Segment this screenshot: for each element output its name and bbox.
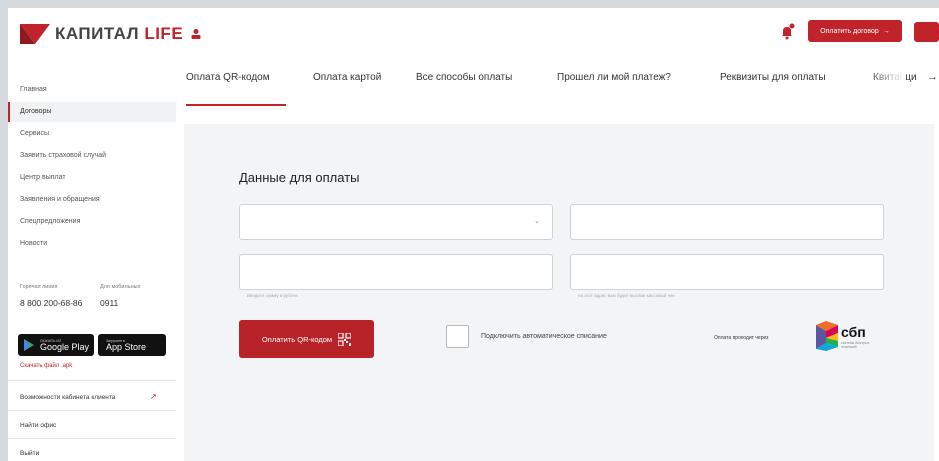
user-icon[interactable] bbox=[190, 27, 202, 39]
company-logo[interactable]: КАПИТАЛ LIFE bbox=[20, 24, 183, 44]
tab-payment-status[interactable]: Прошел ли мой платеж? bbox=[557, 72, 671, 83]
payment-panel: Данные для оплаты ⌄ Введите сумму в рубл… bbox=[184, 124, 934, 461]
sidebar: Главная Договоры Сервисы Заявить страхов… bbox=[8, 58, 176, 461]
hotline-label: Горячая линия bbox=[20, 284, 58, 290]
sbp-via-label: Оплата проходит через bbox=[714, 335, 769, 341]
qr-code-icon bbox=[338, 332, 352, 346]
payer-field[interactable] bbox=[570, 204, 884, 240]
tab-card-payment[interactable]: Оплата картой bbox=[313, 72, 381, 83]
logo-mark-icon bbox=[20, 24, 50, 44]
logout-link[interactable]: Выйти bbox=[20, 450, 39, 457]
tabs-scroll-right-icon[interactable]: → bbox=[927, 71, 938, 83]
sidebar-item-services[interactable]: Сервисы bbox=[8, 124, 176, 144]
pay-qr-label: Оплатить QR-кодом bbox=[261, 334, 333, 344]
app-frame: КАПИТАЛ LIFE Оплатить договор → Главная … bbox=[8, 8, 939, 461]
app-store-label: App Store bbox=[106, 341, 147, 352]
sidebar-item-offers[interactable]: Спецпредложения bbox=[8, 212, 176, 232]
amount-hint: Введите сумму в рублях bbox=[247, 293, 298, 298]
divider bbox=[8, 438, 176, 439]
top-header: КАПИТАЛ LIFE Оплатить договор → bbox=[8, 8, 939, 58]
google-play-button[interactable]: СКАЧАТЬ ИЗ Google Play bbox=[18, 334, 94, 356]
tab-qr-payment[interactable]: Оплата QR-кодом bbox=[186, 72, 270, 83]
sidebar-item-home[interactable]: Главная bbox=[8, 80, 176, 100]
email-field[interactable] bbox=[570, 254, 884, 290]
chevron-down-icon: ⌄ bbox=[534, 218, 540, 225]
sidebar-item-news[interactable]: Новости bbox=[8, 234, 176, 254]
sidebar-item-payouts[interactable]: Центр выплат bbox=[8, 168, 176, 188]
payment-tabs: Оплата QR-кодом Оплата картой Все способ… bbox=[176, 58, 939, 108]
app-store-button[interactable]: Загрузите в App Store bbox=[98, 334, 166, 356]
autopay-label[interactable]: Подключить автоматическое списание bbox=[481, 333, 607, 340]
sbp-logo: сбп система быстрых платежей bbox=[816, 321, 876, 351]
notifications-bell-icon[interactable] bbox=[779, 23, 795, 41]
sidebar-item-claim[interactable]: Заявить страховой случай bbox=[8, 146, 176, 166]
pay-contract-label: Оплатить договор bbox=[820, 27, 879, 35]
wallet-icon[interactable] bbox=[914, 22, 939, 42]
arrow-right-icon: → bbox=[882, 27, 890, 35]
logo-text: КАПИТАЛ LIFE bbox=[55, 24, 184, 43]
pay-contract-button[interactable]: Оплатить договор → bbox=[808, 20, 902, 42]
tab-all-methods[interactable]: Все способы оплаты bbox=[416, 72, 512, 83]
pay-qr-button[interactable]: Оплатить QR-кодом bbox=[239, 320, 374, 358]
hotline-phone[interactable]: 8 800 200-68-86 bbox=[20, 298, 82, 308]
external-arrow-icon: ↗ bbox=[150, 392, 157, 401]
mobile-label: Для мобильных bbox=[100, 284, 141, 290]
sidebar-item-requests[interactable]: Заявления и обращения bbox=[8, 190, 176, 210]
divider bbox=[8, 380, 176, 381]
find-office-link[interactable]: Найти офис bbox=[20, 422, 56, 429]
sbp-text: сбп bbox=[841, 324, 866, 340]
tabs-fade bbox=[866, 68, 906, 88]
sidebar-item-contracts[interactable]: Договоры bbox=[8, 102, 176, 122]
apk-download-link[interactable]: Скачать файл .apk bbox=[20, 363, 72, 369]
contract-select[interactable]: ⌄ bbox=[239, 204, 553, 240]
sbp-subtitle: система быстрых платежей bbox=[841, 341, 870, 349]
active-tab-indicator bbox=[186, 104, 286, 106]
email-hint: на этот адрес вам будет выслан кассовый … bbox=[578, 293, 675, 298]
google-play-icon bbox=[24, 339, 34, 351]
amount-field[interactable] bbox=[239, 254, 553, 290]
divider bbox=[8, 410, 176, 411]
google-play-label: Google Play bbox=[40, 341, 90, 352]
page-title: Данные для оплаты bbox=[239, 170, 360, 185]
autopay-checkbox[interactable] bbox=[446, 325, 469, 348]
cabinet-features-link[interactable]: Возможности кабинета клиента bbox=[20, 394, 115, 401]
tab-requisites[interactable]: Реквизиты для оплаты bbox=[720, 72, 826, 83]
mobile-phone[interactable]: 0911 bbox=[100, 298, 118, 308]
